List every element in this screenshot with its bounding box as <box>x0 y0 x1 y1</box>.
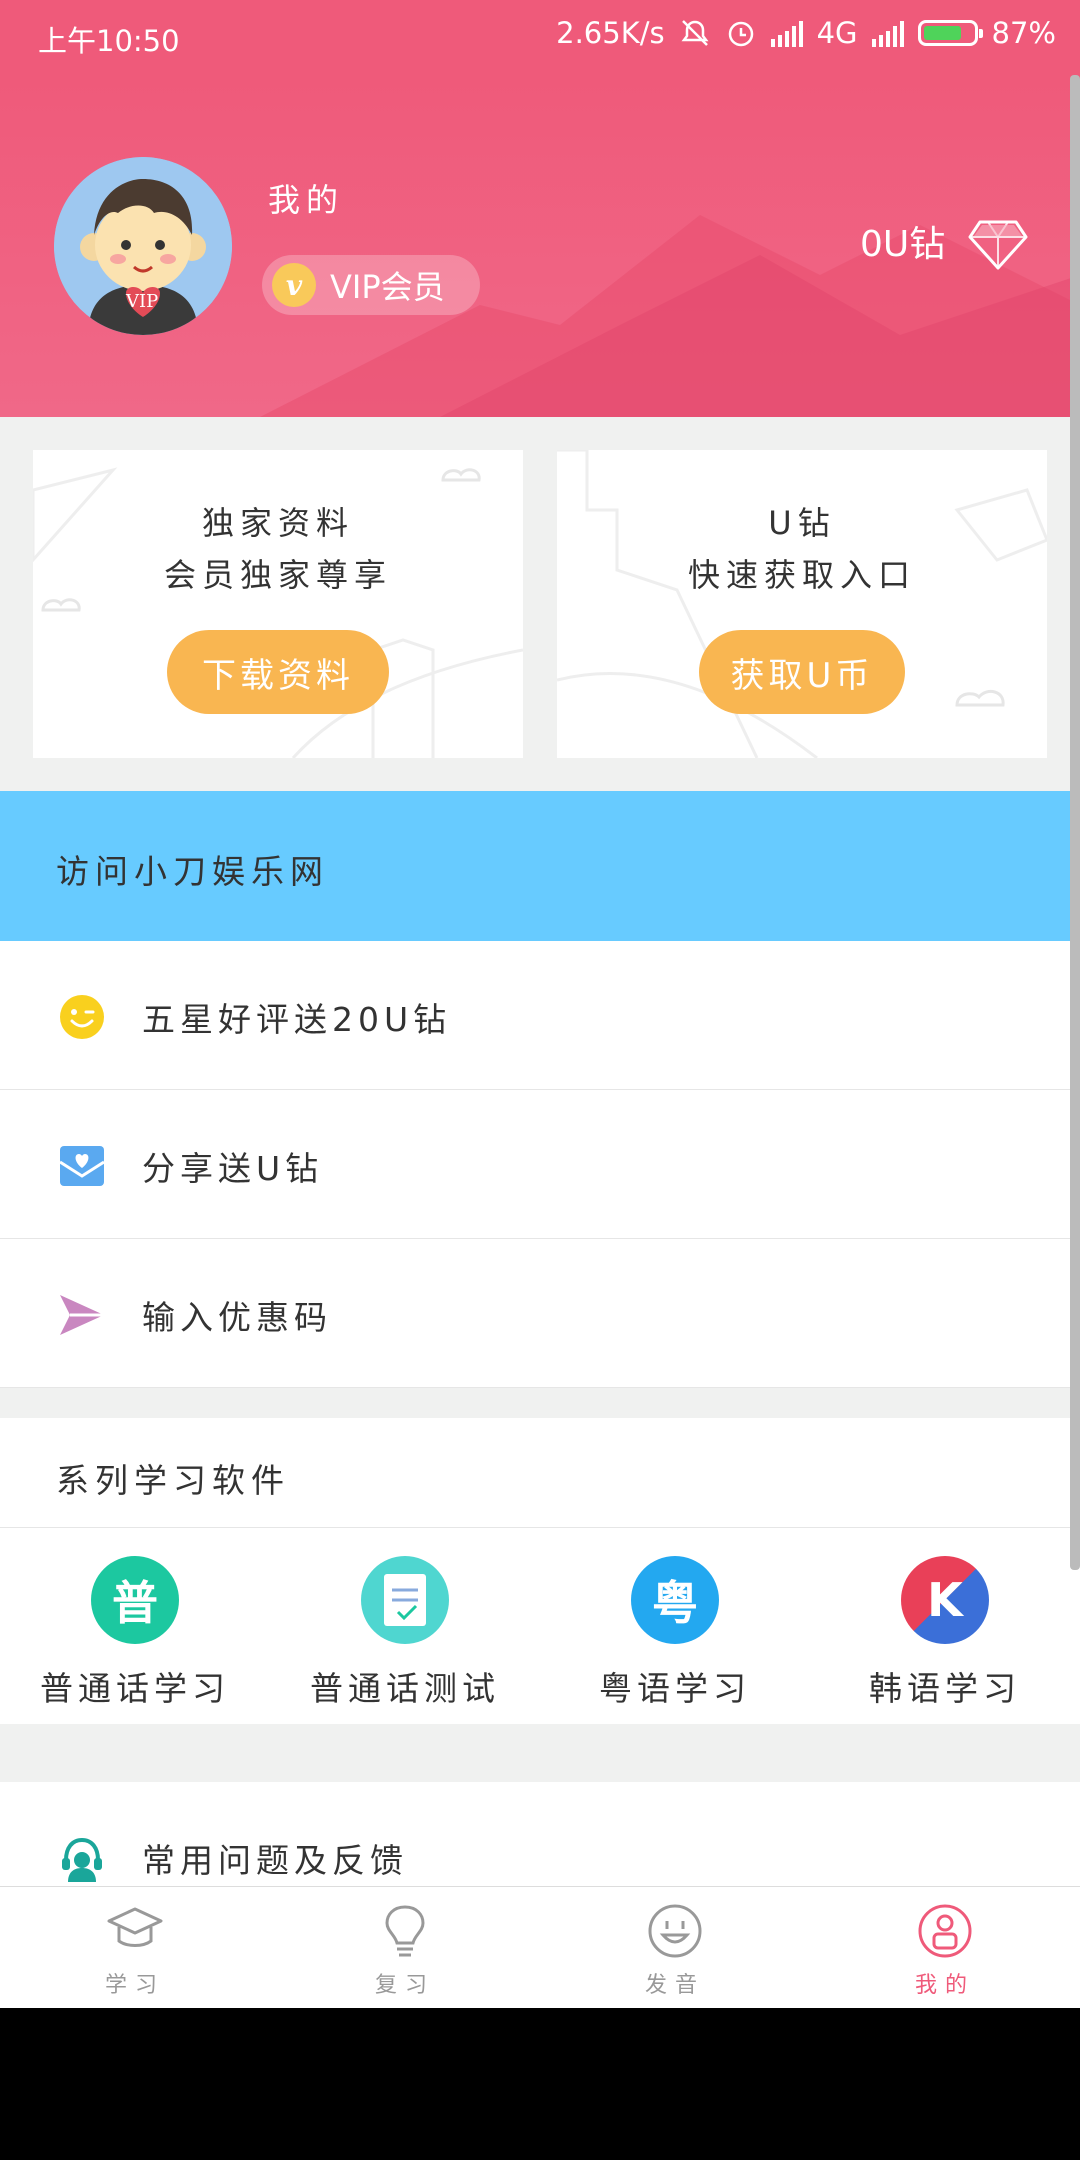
network-speed: 2.65K/s <box>556 16 665 50</box>
visit-site-banner[interactable]: 访问小刀娱乐网 <box>0 791 1080 941</box>
cantonese-app-icon: 粤 <box>631 1556 719 1644</box>
menu-item-promo-code[interactable]: 输入优惠码 <box>0 1239 1080 1388</box>
card-title: 独家资料 <box>201 504 354 542</box>
status-icons: 2.65K/s 4G 87% <box>556 16 1056 50</box>
tab-study[interactable]: 学习 <box>0 1887 270 2008</box>
get-u-coin-button[interactable]: 获取U币 <box>699 630 905 714</box>
download-materials-button[interactable]: 下载资料 <box>167 630 389 714</box>
app-name: 普通话测试 <box>310 1669 500 1708</box>
app-mandarin-test[interactable]: 普通话测试 <box>270 1556 540 1710</box>
menu-item-label: 输入优惠码 <box>142 1298 332 1337</box>
app-mandarin-learning[interactable]: 普 普通话学习 <box>0 1556 270 1710</box>
mandarin-test-app-icon <box>361 1556 449 1644</box>
menu-item-label: 分享送U钻 <box>142 1149 324 1188</box>
network-type: 4G <box>816 16 858 50</box>
tab-pronunciation[interactable]: 发音 <box>540 1887 810 2008</box>
tab-label: 发音 <box>644 1973 705 1998</box>
share-heart-icon <box>59 1146 105 1186</box>
vip-label: VIP会员 <box>330 268 445 306</box>
tab-review[interactable]: 复习 <box>270 1887 540 2008</box>
username: 我的 <box>268 181 345 219</box>
vip-badge-icon: v <box>272 263 316 307</box>
u-diamond-card: U钻 快速获取入口 获取U币 <box>557 450 1047 758</box>
bottom-navigation: 学习 复习 发音 我的 <box>0 1886 1080 2008</box>
menu-item-share[interactable]: 分享送U钻 <box>0 1090 1080 1239</box>
document-check-icon <box>384 1574 426 1626</box>
menu-item-five-star-review[interactable]: 五星好评送20U钻 <box>0 941 1080 1090</box>
smiley-icon <box>60 995 104 1039</box>
tab-label: 学习 <box>104 1973 165 1998</box>
signal-icon <box>770 19 803 47</box>
avatar-vip-badge: VIP <box>126 291 159 312</box>
faq-label: 常用问题及反馈 <box>142 1841 408 1880</box>
alarm-icon <box>728 21 753 47</box>
smile-face-icon <box>648 1904 702 1958</box>
lightbulb-icon <box>385 1905 425 1957</box>
exclusive-materials-card: 独家资料 会员独家尊享 下载资料 <box>33 450 523 758</box>
app-name: 粤语学习 <box>599 1669 751 1708</box>
korean-app-icon: K <box>901 1556 989 1644</box>
diamond-icon[interactable] <box>968 219 1028 271</box>
tab-label: 我的 <box>914 1973 975 1998</box>
battery-icon <box>917 20 983 46</box>
tab-label: 复习 <box>374 1973 435 1998</box>
mandarin-app-icon: 普 <box>91 1556 179 1644</box>
card-subtitle: 会员独家尊享 <box>163 556 392 594</box>
status-time: 上午10:50 <box>38 24 180 58</box>
menu-item-label: 五星好评送20U钻 <box>142 1000 452 1039</box>
battery-percent: 87% <box>991 16 1056 50</box>
profile-header: VIP 我的 v VIP会员 0U钻 <box>0 75 1080 417</box>
series-section-header: 系列学习软件 <box>0 1418 1080 1528</box>
graduation-cap-icon <box>107 1907 163 1947</box>
vip-member-button[interactable]: v VIP会员 <box>262 255 480 315</box>
mute-icon <box>681 20 709 46</box>
series-apps-row: 普 普通话学习 普通话测试 粤 粤语学习 K 韩语学习 <box>0 1528 1080 1724</box>
status-bar: 上午10:50 2.65K/s 4G 87% <box>0 0 1080 75</box>
series-title: 系列学习软件 <box>56 1461 290 1500</box>
card-title: U钻 <box>768 504 836 542</box>
menu-item-faq[interactable]: 常用问题及反馈 <box>0 1782 1080 1886</box>
tab-mine[interactable]: 我的 <box>810 1887 1080 2008</box>
app-cantonese-learning[interactable]: 粤 粤语学习 <box>540 1556 810 1710</box>
scrollbar[interactable] <box>1070 75 1080 1570</box>
avatar[interactable]: VIP <box>54 157 232 335</box>
banner-label: 访问小刀娱乐网 <box>56 852 329 891</box>
headset-icon <box>62 1837 102 1882</box>
signal-icon-2 <box>871 19 904 47</box>
paper-plane-icon <box>60 1295 104 1335</box>
profile-icon <box>918 1904 972 1958</box>
app-name: 韩语学习 <box>869 1669 1021 1708</box>
coin-balance[interactable]: 0U钻 <box>860 215 945 267</box>
app-name: 普通话学习 <box>40 1669 230 1708</box>
screen: 上午10:50 2.65K/s 4G 87% VIP 我的 v VIP会员 0U… <box>0 0 1080 2008</box>
app-korean-learning[interactable]: K 韩语学习 <box>810 1556 1080 1710</box>
card-subtitle: 快速获取入口 <box>687 556 916 594</box>
